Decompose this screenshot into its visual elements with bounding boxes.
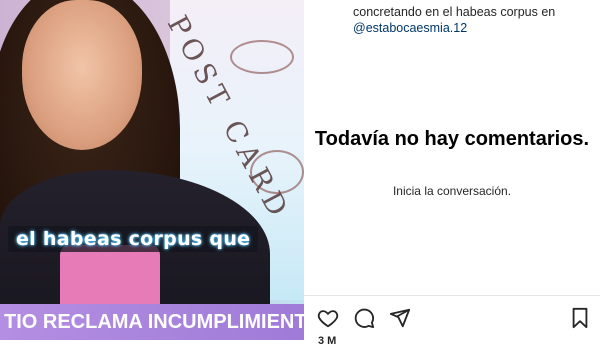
video-caption: el habeas corpus que: [8, 226, 259, 252]
person-face: [22, 0, 142, 150]
action-bar: [316, 306, 412, 330]
video-player[interactable]: POST CARD el habeas corpus que TIO RECLA…: [0, 0, 304, 340]
comments-panel: concretando en el habeas corpus en @esta…: [304, 0, 600, 347]
comment-icon[interactable]: [352, 306, 376, 330]
heart-icon[interactable]: [316, 306, 340, 330]
empty-comments-subtitle: Inicia la conversación.: [392, 184, 512, 198]
empty-comments-title: Todavía no hay comentarios.: [314, 128, 590, 150]
post-description: concretando en el habeas corpus en @esta…: [353, 4, 593, 36]
share-icon[interactable]: [388, 306, 412, 330]
mention-link[interactable]: @estabocaesmia.12: [353, 21, 467, 35]
post-text: concretando en el habeas corpus en: [353, 5, 556, 19]
scribble-decoration: [230, 40, 294, 74]
news-ticker: TIO RECLAMA INCUMPLIMIENTO EN ACUEH: [0, 304, 304, 340]
person-top: [60, 245, 160, 305]
bookmark-icon[interactable]: [568, 306, 592, 330]
divider: [304, 295, 600, 296]
likes-count: 3 M: [318, 335, 337, 347]
scribble-decoration: [250, 150, 304, 194]
